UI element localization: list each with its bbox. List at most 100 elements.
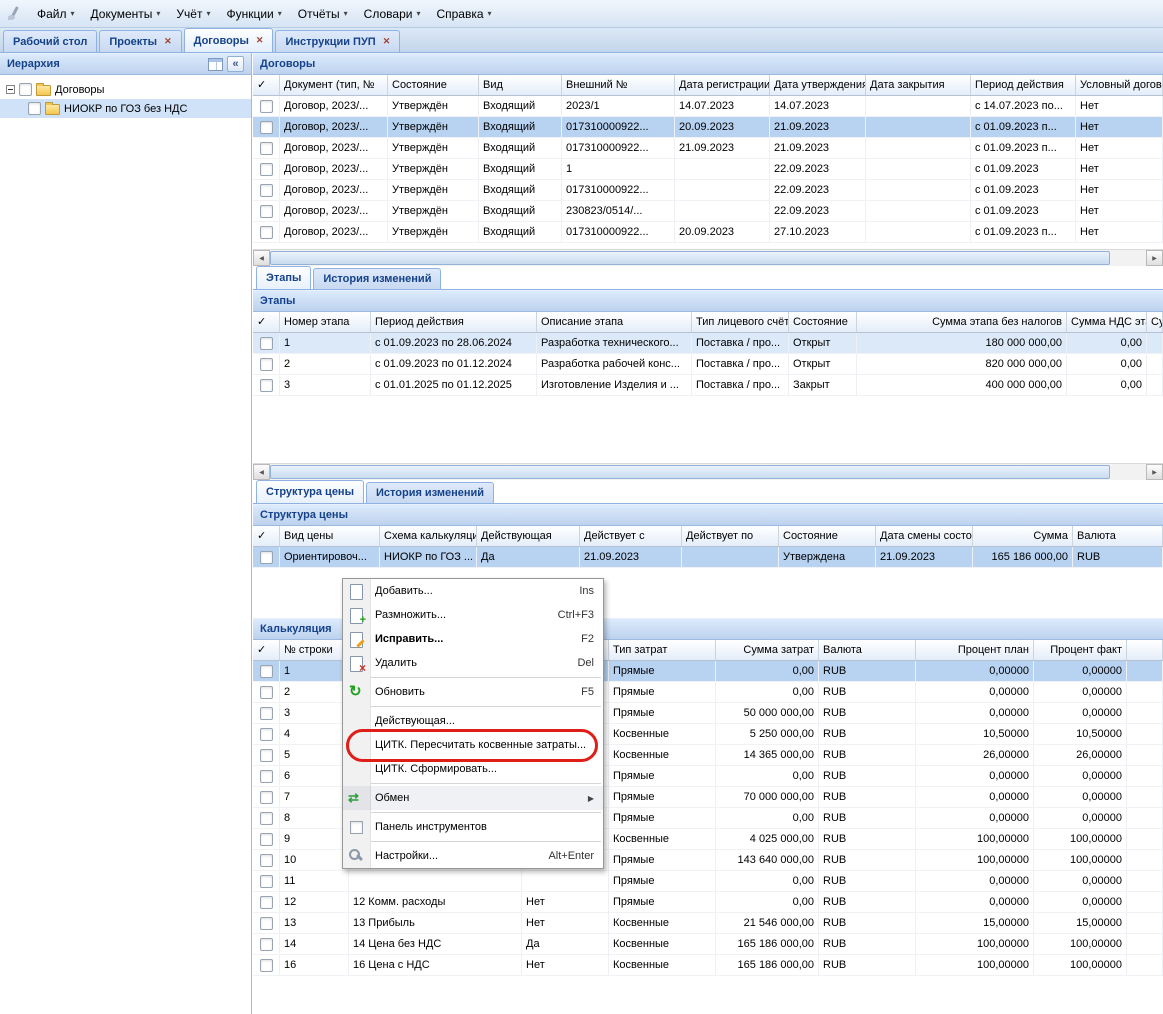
document-tab-1[interactable]: Проекты — [99, 30, 181, 52]
column-header[interactable]: Вид — [479, 75, 562, 95]
row-checkbox[interactable] — [260, 854, 273, 867]
column-header[interactable]: Схема калькуляци — [380, 526, 477, 546]
scroll-track[interactable] — [1110, 464, 1146, 480]
tab-stages-history[interactable]: История изменений — [313, 268, 441, 289]
column-header[interactable]: ✓ — [253, 640, 280, 660]
context-menu-item-7[interactable]: Действующая... — [343, 709, 603, 733]
context-menu-item-15[interactable]: Настройки...Alt+Enter — [343, 844, 603, 868]
row-checkbox[interactable] — [260, 121, 273, 134]
context-menu-item-2[interactable]: Исправить...F2 — [343, 627, 603, 651]
column-header[interactable]: Действует по — [682, 526, 779, 546]
column-header[interactable]: Дата утверждения — [770, 75, 866, 95]
column-header[interactable]: Сумма этапа без налогов — [857, 312, 1067, 332]
row-checkbox[interactable] — [260, 770, 273, 783]
scroll-thumb[interactable] — [270, 465, 1110, 479]
tree-node-label[interactable]: НИОКР по ГОЗ без НДС — [64, 103, 187, 115]
row-checkbox[interactable] — [260, 686, 273, 699]
row-checkbox[interactable] — [260, 896, 273, 909]
row-checkbox[interactable] — [260, 551, 273, 564]
row-checkbox[interactable] — [260, 100, 273, 113]
row-checkbox[interactable] — [260, 337, 273, 350]
document-tab-2[interactable]: Договоры — [184, 28, 274, 52]
table-row[interactable]: 1212 Комм. расходыНетПрямые0,00RUB0,0000… — [253, 892, 1163, 913]
column-header[interactable]: ✓ — [253, 526, 280, 546]
column-header[interactable]: № строки — [280, 640, 349, 660]
column-header[interactable]: Период действия — [371, 312, 537, 332]
column-header[interactable]: Описание этапа — [537, 312, 692, 332]
column-header[interactable]: Процент план — [916, 640, 1034, 660]
row-checkbox[interactable] — [260, 379, 273, 392]
scroll-right-button[interactable] — [1146, 250, 1163, 266]
column-header[interactable]: Состояние — [388, 75, 479, 95]
column-header[interactable]: Условный догов — [1076, 75, 1163, 95]
tree-checkbox[interactable] — [28, 102, 41, 115]
row-checkbox[interactable] — [260, 938, 273, 951]
collapse-panel-icon[interactable]: « — [227, 56, 244, 72]
column-header[interactable]: Документ (тип, № — [280, 75, 388, 95]
column-header[interactable]: Действующая — [477, 526, 580, 546]
tree-node-child[interactable]: НИОКР по ГОЗ без НДС — [0, 99, 251, 118]
row-checkbox[interactable] — [260, 749, 273, 762]
column-header[interactable]: Тип затрат — [609, 640, 716, 660]
table-row[interactable]: Договор, 2023/...УтверждёнВходящий2023/1… — [253, 96, 1163, 117]
row-checkbox[interactable] — [260, 875, 273, 888]
table-row[interactable]: Договор, 2023/...УтверждёнВходящий017310… — [253, 180, 1163, 201]
table-row[interactable]: 1с 01.09.2023 по 28.06.2024Разработка те… — [253, 333, 1163, 354]
row-checkbox[interactable] — [260, 205, 273, 218]
row-checkbox[interactable] — [260, 833, 273, 846]
context-menu-item-13[interactable]: Панель инструментов — [343, 815, 603, 839]
scroll-left-button[interactable] — [253, 464, 270, 480]
menubar-item-5[interactable]: Словари — [356, 2, 429, 26]
document-tab-3[interactable]: Инструкции ПУП — [275, 30, 400, 52]
column-header[interactable]: Период действия — [971, 75, 1076, 95]
table-row[interactable]: 1414 Цена без НДСДаКосвенные165 186 000,… — [253, 934, 1163, 955]
row-checkbox[interactable] — [260, 358, 273, 371]
row-checkbox[interactable] — [260, 665, 273, 678]
context-menu-item-5[interactable]: ОбновитьF5 — [343, 680, 603, 704]
column-header[interactable]: Вид цены — [280, 526, 380, 546]
column-header[interactable]: Валюта — [1073, 526, 1163, 546]
column-header[interactable]: ✓ — [253, 312, 280, 332]
tab-price-history[interactable]: История изменений — [366, 482, 494, 503]
table-row[interactable]: Договор, 2023/...УтверждёнВходящий122.09… — [253, 159, 1163, 180]
table-row[interactable]: Договор, 2023/...УтверждёнВходящий017310… — [253, 138, 1163, 159]
column-header[interactable]: Номер этапа — [280, 312, 371, 332]
table-row[interactable]: 11Прямые0,00RUB0,000000,00000 — [253, 871, 1163, 892]
column-header[interactable]: Сумма — [973, 526, 1073, 546]
menubar-item-1[interactable]: Документы — [83, 2, 169, 26]
tree-node-label[interactable]: Договоры — [55, 84, 104, 96]
menubar-item-2[interactable]: Учёт — [168, 2, 218, 26]
tab-close-icon[interactable] — [164, 37, 172, 46]
horizontal-scrollbar[interactable] — [253, 463, 1163, 480]
table-row[interactable]: 1313 ПрибыльНетКосвенные21 546 000,00RUB… — [253, 913, 1163, 934]
column-header[interactable]: Действует с — [580, 526, 682, 546]
column-header[interactable]: Сумма НДС этапа — [1067, 312, 1147, 332]
scroll-thumb[interactable] — [270, 251, 1110, 265]
row-checkbox[interactable] — [260, 959, 273, 972]
tab-price-structure[interactable]: Структура цены — [256, 480, 364, 503]
table-row[interactable]: 3с 01.01.2025 по 01.12.2025Изготовление … — [253, 375, 1163, 396]
tree-checkbox[interactable] — [19, 83, 32, 96]
context-menu-item-8[interactable]: ЦИТК. Пересчитать косвенные затраты... — [343, 733, 603, 757]
tree-expander-icon[interactable] — [6, 85, 15, 94]
row-checkbox[interactable] — [260, 226, 273, 239]
row-checkbox[interactable] — [260, 142, 273, 155]
column-header[interactable]: Дата закрытия — [866, 75, 971, 95]
column-header[interactable]: Дата смены состо — [876, 526, 973, 546]
scroll-left-button[interactable] — [253, 250, 270, 266]
table-row[interactable]: Договор, 2023/...УтверждёнВходящий017310… — [253, 222, 1163, 243]
row-checkbox[interactable] — [260, 184, 273, 197]
table-row[interactable]: Договор, 2023/...УтверждёнВходящий017310… — [253, 117, 1163, 138]
scroll-right-button[interactable] — [1146, 464, 1163, 480]
column-header[interactable]: Валюта — [819, 640, 916, 660]
context-menu-item-3[interactable]: УдалитьDel — [343, 651, 603, 675]
context-menu-item-9[interactable]: ЦИТК. Сформировать... — [343, 757, 603, 781]
row-checkbox[interactable] — [260, 728, 273, 741]
context-menu-item-0[interactable]: Добавить...Ins — [343, 579, 603, 603]
row-checkbox[interactable] — [260, 917, 273, 930]
row-checkbox[interactable] — [260, 791, 273, 804]
column-header[interactable]: Состояние — [789, 312, 857, 332]
tab-stages[interactable]: Этапы — [256, 266, 311, 289]
column-header[interactable]: Дата регистрации — [675, 75, 770, 95]
horizontal-scrollbar[interactable] — [253, 249, 1163, 266]
